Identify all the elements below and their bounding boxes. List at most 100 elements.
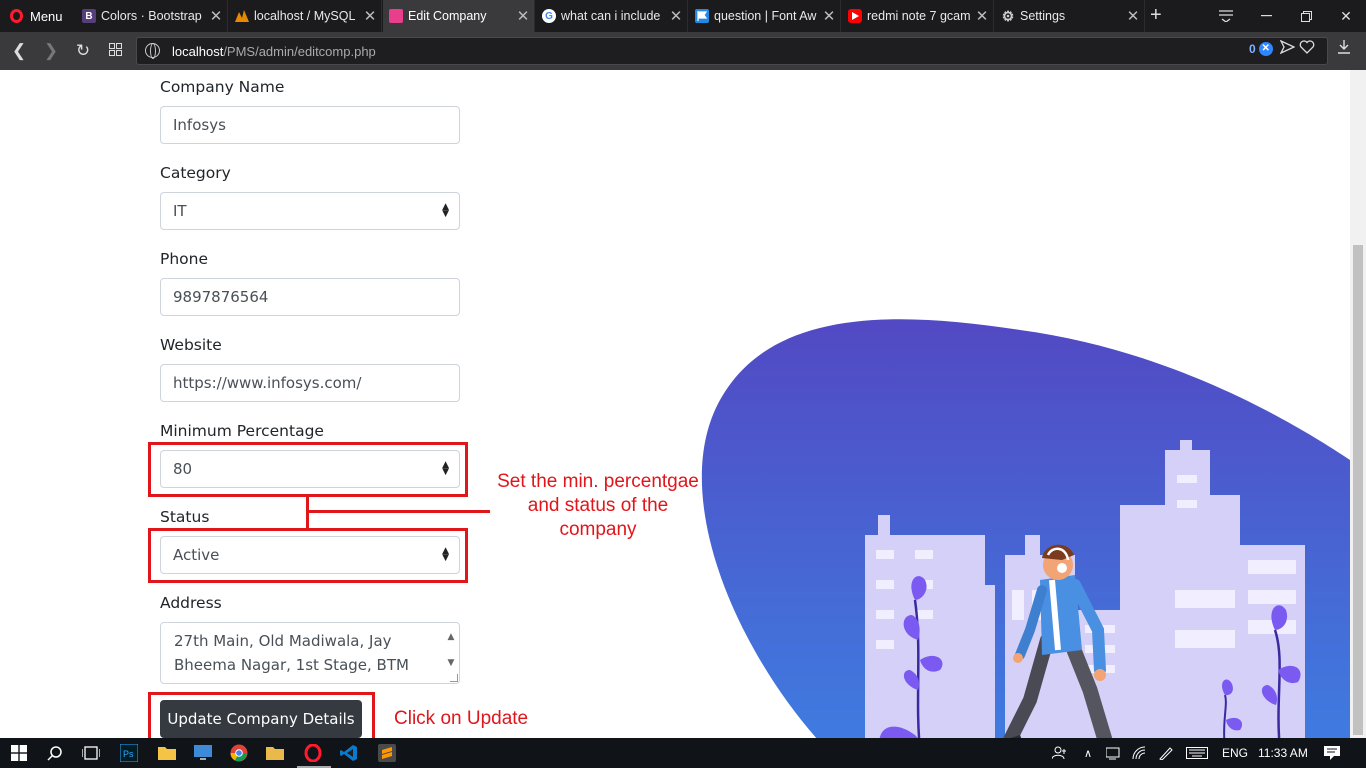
tab-close-icon[interactable]: ✕: [665, 7, 687, 25]
bootstrap-favicon-icon: B: [82, 9, 96, 23]
tab-title: what can i include: [561, 9, 661, 23]
annotation-pointer-line: [306, 510, 490, 513]
tab-phpmyadmin[interactable]: localhost / MySQL ✕: [229, 0, 382, 32]
annotation-note-update: Click on Update: [394, 708, 529, 729]
page-favicon-icon: [389, 9, 403, 23]
gear-icon: ⚙: [1001, 7, 1015, 24]
tab-colors-bootstrap[interactable]: B Colors · Bootstrap ✕: [76, 0, 228, 32]
pen-icon[interactable]: [1158, 738, 1174, 768]
phone-label: Phone: [160, 250, 209, 268]
forward-arrow-icon[interactable]: ❯: [40, 40, 62, 62]
vscode-icon[interactable]: [338, 742, 360, 764]
adblock-icon: ✕: [1258, 42, 1273, 56]
adblock-count: 0: [1249, 42, 1256, 56]
this-pc-monitor-icon[interactable]: [192, 742, 214, 764]
clock[interactable]: 11:33 AM: [1258, 738, 1308, 768]
restore-button[interactable]: [1286, 0, 1326, 32]
address-textarea[interactable]: 27th Main, Old Madiwala, Jay Bheema Naga…: [160, 622, 460, 684]
people-icon[interactable]: [1052, 738, 1068, 768]
scrollbar-thumb[interactable]: [1353, 245, 1363, 735]
address-toolbar: ❮ ❯ ↻ localhost/PMS/admin/editcomp.php: [0, 32, 1366, 70]
walking-man-illustration: [701, 319, 1350, 738]
url-field[interactable]: localhost/PMS/admin/editcomp.php: [136, 37, 1328, 65]
sublime-text-icon[interactable]: [376, 742, 398, 764]
tab-title: redmi note 7 gcam: [867, 9, 971, 23]
tab-title: question | Font Aw: [714, 9, 817, 23]
tab-settings[interactable]: ⚙ Settings ✕: [995, 0, 1145, 32]
company-name-input[interactable]: Infosys: [160, 106, 460, 144]
browser-tab-strip: Menu B Colors · Bootstrap ✕ localhost / …: [0, 0, 1366, 32]
opera-logo-icon: [10, 9, 23, 23]
speed-dial-grid-icon[interactable]: [104, 40, 126, 62]
url-text: localhost/PMS/admin/editcomp.php: [172, 44, 376, 59]
tab-close-icon[interactable]: ✕: [818, 7, 840, 25]
tab-youtube[interactable]: redmi note 7 gcam ✕: [842, 0, 994, 32]
wifi-icon[interactable]: [1132, 738, 1148, 768]
photoshop-icon[interactable]: Ps: [118, 742, 140, 764]
svg-text:Ps: Ps: [123, 749, 134, 759]
annotation-box-update: [148, 692, 375, 738]
tab-close-icon[interactable]: ✕: [1122, 7, 1144, 25]
tab-close-icon[interactable]: ✕: [971, 7, 993, 25]
chrome-icon[interactable]: [228, 742, 250, 764]
category-label: Category: [160, 164, 231, 182]
tab-font-awesome[interactable]: question | Font Aw ✕: [689, 0, 841, 32]
website-input[interactable]: https://www.infosys.com/: [160, 364, 460, 402]
tab-menu-icon[interactable]: [1206, 0, 1246, 32]
youtube-favicon-icon: [848, 9, 862, 23]
tab-edit-company[interactable]: Edit Company ✕: [383, 0, 535, 32]
status-label: Status: [160, 508, 210, 526]
textarea-scrollbar[interactable]: ▲ ▼: [445, 625, 457, 675]
menu-label: Menu: [30, 8, 63, 24]
tab-close-icon[interactable]: ✕: [205, 7, 227, 25]
company-name-value: Infosys: [173, 116, 226, 134]
language-indicator[interactable]: ENG: [1222, 738, 1248, 768]
opera-menu-button[interactable]: Menu: [0, 0, 72, 32]
page-content: Company Name Infosys Category IT ▲ ▼ Phon…: [0, 70, 1350, 738]
new-tab-button[interactable]: +: [1150, 4, 1162, 27]
phone-input[interactable]: 9897876564: [160, 278, 460, 316]
resize-grip-icon[interactable]: [450, 674, 458, 682]
flag-favicon-icon: [695, 9, 709, 23]
tab-title: Colors · Bootstrap: [101, 9, 202, 23]
send-icon[interactable]: [1279, 39, 1296, 59]
network-icon[interactable]: [1106, 738, 1122, 768]
page-scrollbar[interactable]: [1350, 70, 1366, 738]
tab-close-icon[interactable]: ✕: [359, 7, 381, 25]
annotation-note-select: Set the min. percentgae and status of th…: [497, 471, 699, 540]
tab-title: Settings: [1020, 9, 1066, 23]
phone-value: 9897876564: [173, 288, 269, 306]
chevron-up-icon[interactable]: ∧: [1084, 738, 1092, 768]
category-select[interactable]: IT ▲ ▼: [160, 192, 460, 230]
tab-title: localhost / MySQL: [254, 9, 356, 23]
website-label: Website: [160, 336, 222, 354]
windows-start-icon[interactable]: [8, 742, 30, 764]
company-name-label: Company Name: [160, 78, 285, 96]
opera-taskbar-icon[interactable]: [302, 742, 324, 764]
address-label: Address: [160, 594, 222, 612]
adblock-indicator[interactable]: 0 ✕: [1249, 42, 1273, 56]
tab-close-icon[interactable]: ✕: [512, 7, 534, 25]
tab-google-search[interactable]: G what can i include ✕: [536, 0, 688, 32]
files-icon[interactable]: [264, 742, 286, 764]
annotation-box-status: [148, 528, 468, 583]
close-window-button[interactable]: ✕: [1326, 0, 1366, 32]
heart-bookmark-icon[interactable]: [1299, 40, 1315, 59]
google-favicon-icon: G: [542, 9, 556, 23]
website-value: https://www.infosys.com/: [173, 374, 362, 392]
task-view-icon[interactable]: [80, 742, 102, 764]
tab-title: Edit Company: [408, 9, 487, 23]
min-percentage-label: Minimum Percentage: [160, 422, 324, 440]
file-explorer-folder-icon[interactable]: [156, 742, 178, 764]
keyboard-icon[interactable]: [1186, 738, 1208, 768]
search-icon[interactable]: [44, 742, 66, 764]
download-icon[interactable]: [1337, 40, 1351, 59]
select-caret-icon: ▲ ▼: [442, 202, 449, 219]
action-center-icon[interactable]: [1324, 738, 1340, 768]
windows-taskbar: Ps ∧ ENG 11:33 AM: [0, 738, 1366, 768]
reload-icon[interactable]: ↻: [72, 40, 94, 62]
globe-icon: [145, 43, 160, 59]
minimize-button[interactable]: [1246, 0, 1286, 32]
annotation-box-min-percentage: [148, 442, 468, 497]
back-arrow-icon[interactable]: ❮: [8, 40, 30, 62]
